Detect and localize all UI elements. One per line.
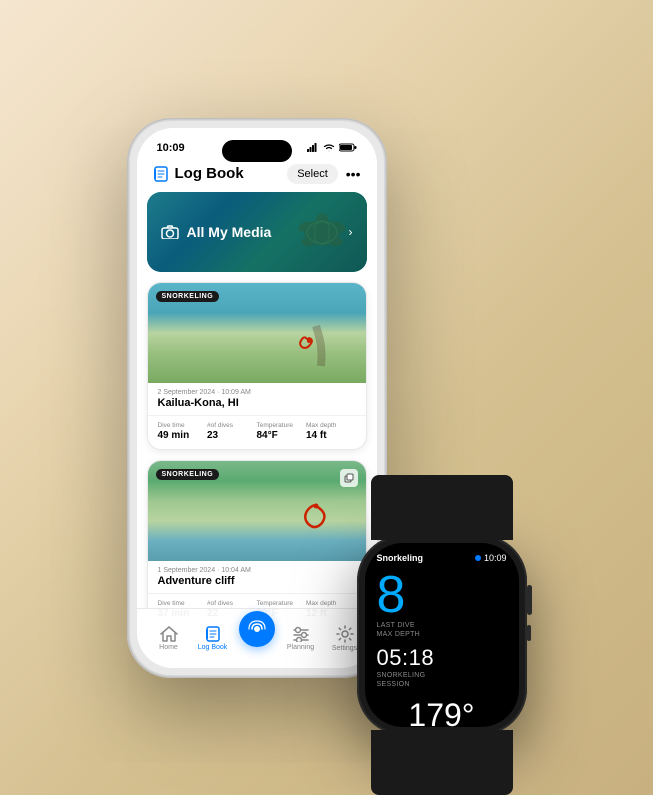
- status-time: 10:09: [157, 142, 185, 154]
- dive-map-1: SNORKELING: [148, 283, 366, 383]
- dive-date-1: 2 September 2024 · 10:09 AM: [158, 389, 356, 396]
- media-label: All My Media: [187, 224, 272, 240]
- watch-sub-label: LAST DIVEMAX DEPTH: [377, 621, 507, 639]
- tab-logbook[interactable]: Log Book: [191, 626, 235, 651]
- stat-temp-value-1: 84°F: [257, 430, 307, 441]
- stat-temp-label-1: Temperature: [257, 422, 307, 429]
- iphone-device: 10:09: [127, 118, 387, 678]
- wifi-icon: [323, 143, 335, 152]
- watch-compass: 179° SE S SW: [377, 697, 507, 727]
- nav-bar: Log Book Select •••: [137, 160, 377, 192]
- stat-dives-label-2: #of dives: [207, 600, 257, 607]
- dynamic-island: [222, 140, 292, 162]
- media-banner[interactable]: All My Media ›: [147, 192, 367, 272]
- tab-home[interactable]: Home: [147, 626, 191, 651]
- watch-time-indicator: 10:09: [475, 553, 507, 563]
- select-button[interactable]: Select: [287, 164, 338, 184]
- logbook-tab-icon: [204, 626, 222, 642]
- apple-watch: Snorkeling 10:09 8 LAST DIVEMAX DEPTH 05…: [357, 535, 527, 735]
- watch-screen: Snorkeling 10:09 8 LAST DIVEMAX DEPTH 05…: [365, 543, 519, 727]
- stat-dives-label-1: #of dives: [207, 422, 257, 429]
- tab-sonar[interactable]: [235, 629, 279, 647]
- logbook-nav-icon: [153, 166, 169, 182]
- nav-title-text: Log Book: [175, 165, 244, 182]
- watch-crown: [527, 585, 532, 615]
- tab-planning[interactable]: Planning: [279, 626, 323, 651]
- dive-location-2: Adventure cliff: [158, 575, 356, 587]
- watch-header: Snorkeling 10:09: [377, 553, 507, 563]
- watch-band-bottom: [371, 730, 513, 795]
- dive-stats-1: Dive time 49 min #of dives 23 Temperatur…: [148, 415, 366, 449]
- dive-location-1: Kailua-Kona, HI: [158, 397, 356, 409]
- stat-depth-label-2: Max depth: [306, 600, 356, 607]
- snorkeling-badge-2: SNORKELING: [156, 469, 220, 480]
- dive-map-2: SNORKELING: [148, 461, 366, 561]
- stat-divetime-value-1: 49 min: [158, 430, 208, 441]
- more-button[interactable]: •••: [346, 166, 361, 182]
- dive-date-2: 1 September 2024 · 10:04 AM: [158, 567, 356, 574]
- gear-icon: [336, 625, 354, 643]
- watch-band-top: [371, 475, 513, 540]
- nav-actions: Select •••: [287, 164, 360, 184]
- watch-session-label: SNORKELINGSESSION: [377, 671, 507, 689]
- signal-icon: [307, 143, 319, 152]
- watch-session-time: 05:18: [377, 645, 507, 671]
- watch-side-button: [527, 625, 531, 641]
- snorkeling-badge-1: SNORKELING: [156, 291, 220, 302]
- tab-home-label: Home: [159, 644, 178, 651]
- stat-dives-value-1: 23: [207, 430, 257, 441]
- iphone-screen: 10:09: [137, 128, 377, 668]
- home-icon: [160, 626, 178, 642]
- tab-logbook-label: Log Book: [198, 644, 228, 651]
- stat-depth-label-1: Max depth: [306, 422, 356, 429]
- dive-card-2[interactable]: SNORKELING 1 September 2024 · 10:04: [147, 460, 367, 622]
- stat-divetime-label-2: Dive time: [158, 600, 208, 607]
- content-area[interactable]: All My Media › SNORKELING: [137, 192, 377, 622]
- dive-info-2: 1 September 2024 · 10:04 AM Adventure cl…: [148, 561, 366, 589]
- map-route-1: [281, 321, 331, 371]
- watch-activity: Snorkeling: [377, 553, 424, 563]
- watch-big-number: 8: [377, 569, 507, 621]
- stat-temp-1: Temperature 84°F: [257, 422, 307, 441]
- sliders-icon: [292, 626, 310, 642]
- map-route-2: [286, 491, 341, 546]
- stat-depth-value-1: 14 ft: [306, 430, 356, 441]
- nav-title: Log Book: [153, 165, 244, 182]
- tab-bar: Home Log Book: [137, 608, 377, 668]
- stat-temp-label-2: Temperature: [257, 600, 307, 607]
- media-chevron: ›: [349, 225, 353, 239]
- watch-dot: [475, 555, 481, 561]
- stat-dives-1: #of dives 23: [207, 422, 257, 441]
- dive-card-1[interactable]: SNORKELING 2 September 2024 · 10:09 AM K…: [147, 282, 367, 450]
- tab-settings-label: Settings: [332, 645, 357, 652]
- watch-time: 10:09: [484, 553, 507, 563]
- tab-planning-label: Planning: [287, 644, 314, 651]
- stat-divetime-label-1: Dive time: [158, 422, 208, 429]
- media-banner-content: All My Media ›: [147, 192, 367, 272]
- camera-icon: [161, 225, 179, 239]
- status-icons: [307, 143, 357, 152]
- sonar-icon: [247, 619, 267, 639]
- copy-icon: [340, 469, 358, 487]
- watch-heading: 179°: [408, 697, 474, 727]
- dive-info-1: 2 September 2024 · 10:09 AM Kailua-Kona,…: [148, 383, 366, 411]
- battery-icon: [339, 143, 357, 152]
- stat-depth-1: Max depth 14 ft: [306, 422, 356, 441]
- stat-divetime-1: Dive time 49 min: [158, 422, 208, 441]
